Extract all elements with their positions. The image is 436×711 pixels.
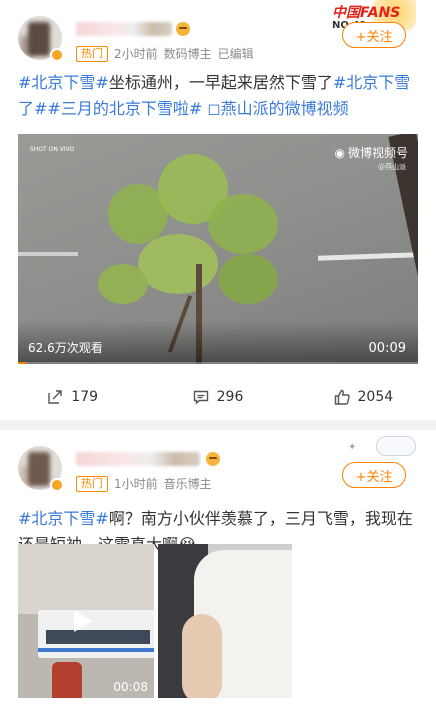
member-emoji-icon xyxy=(206,452,220,466)
username-blurred[interactable] xyxy=(76,22,172,36)
camera-watermark: SHOT ON VIVO xyxy=(30,146,75,153)
post-image[interactable] xyxy=(158,544,292,698)
share-icon xyxy=(48,390,62,404)
feed-post-1: 热门 2小时前 数码博主 已编辑 中国FANS NO.49 +关注 #北京下雪#… xyxy=(0,0,436,420)
weibo-logo-icon: ◉ xyxy=(334,145,345,160)
feed-divider xyxy=(0,420,436,430)
comment-button[interactable]: 296 xyxy=(145,384,290,410)
post-video-thumbnail[interactable]: 00:08 xyxy=(18,544,154,698)
play-icon[interactable] xyxy=(74,610,92,632)
post-source: 数码博主 xyxy=(163,47,212,61)
username-blurred[interactable] xyxy=(76,452,200,466)
post-source: 音乐博主 xyxy=(163,477,212,491)
hot-tag: 热门 xyxy=(76,45,108,62)
post-text-body: 坐标通州，一早起来居然下雪了 xyxy=(108,73,333,92)
post-time: 2小时前 xyxy=(114,47,158,61)
weibo-watermark: ◉ 微博视频号 xyxy=(334,145,409,161)
comment-icon xyxy=(193,390,208,405)
like-count: 2054 xyxy=(357,389,394,405)
verified-badge-icon xyxy=(50,478,64,492)
follow-button[interactable]: +关注 xyxy=(342,462,406,488)
action-bar: 179 296 2054 xyxy=(0,384,436,410)
post-meta: 热门 1小时前 音乐博主 xyxy=(76,475,212,492)
video-progress[interactable] xyxy=(18,362,418,364)
like-button[interactable]: 2054 xyxy=(291,384,436,410)
post-meta: 热门 2小时前 数码博主 已编辑 xyxy=(76,45,254,62)
hashtag-link[interactable]: #北京下雪# xyxy=(18,73,109,92)
share-button[interactable]: 179 xyxy=(0,384,145,410)
member-emoji-icon xyxy=(176,22,190,36)
comment-count: 296 xyxy=(216,389,244,405)
decoration-badge: ✦ xyxy=(342,436,416,460)
fans-badge-title: 中国FANS xyxy=(332,5,401,21)
follow-button[interactable]: +关注 xyxy=(342,22,406,48)
video-source-link[interactable]: ◻燕山派的微博视频 xyxy=(202,99,348,118)
watermark-author: @燕山派 xyxy=(378,163,406,171)
thumbs-up-icon xyxy=(334,389,350,405)
video-player[interactable]: SHOT ON VIVO ◉ 微博视频号 @燕山派 62.6万次观看 00:09 xyxy=(18,134,418,364)
video-duration: 00:09 xyxy=(368,341,406,356)
hashtag-link[interactable]: #北京下雪# xyxy=(18,509,109,528)
post-text: #北京下雪#坐标通州，一早起来居然下雪了#北京下雪了##三月的北京下雪啦# ◻燕… xyxy=(18,70,418,122)
edited-label: 已编辑 xyxy=(217,47,254,61)
verified-badge-icon xyxy=(50,48,64,62)
hot-tag: 热门 xyxy=(76,475,108,492)
view-count: 62.6万次观看 xyxy=(28,341,103,355)
post-time: 1小时前 xyxy=(114,477,158,491)
bus-image xyxy=(38,610,154,658)
video-duration: 00:08 xyxy=(113,680,148,694)
share-count: 179 xyxy=(71,389,99,405)
